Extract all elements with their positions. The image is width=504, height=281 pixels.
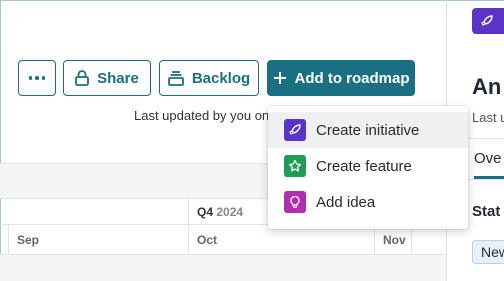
panel-type-badge [472,8,504,34]
quarter-label: Q4 2024 [197,205,243,219]
share-label: Share [97,69,139,87]
tab-overview[interactable]: Ove [474,150,502,167]
share-button[interactable]: Share [63,60,151,96]
menu-item-create-feature[interactable]: Create feature [268,148,468,184]
plus-icon [273,72,286,84]
month-label: Nov [383,233,406,247]
menu-item-label: Create feature [316,157,412,175]
status-heading: Stat [472,203,501,220]
menu-item-create-initiative[interactable]: Create initiative [268,112,468,148]
panel-subtitle: Last u [472,110,504,125]
month-divider [374,225,375,255]
month-label: Oct [197,233,218,247]
menu-item-add-idea[interactable]: Add idea [268,184,468,220]
month-row [0,225,446,255]
quarter-year: 2024 [216,205,244,219]
rocket-icon [284,119,306,141]
timeline-body [0,255,446,281]
panel-title: An [472,74,502,99]
lock-icon [75,70,90,86]
ellipsis-icon [28,76,46,80]
status-badge[interactable]: New [472,240,504,264]
add-to-roadmap-label: Add to roadmap [294,69,410,87]
menu-item-label: Add idea [316,193,376,211]
month-divider [411,225,412,255]
quarter-divider [188,199,189,255]
add-to-roadmap-button[interactable]: Add to roadmap [267,60,415,96]
rocket-icon [481,15,493,26]
backlog-label: Backlog [191,69,251,87]
backlog-icon [167,71,184,86]
more-options-button[interactable] [18,60,56,96]
month-label: Sep [17,233,40,247]
backlog-button[interactable]: Backlog [159,60,259,96]
star-icon [284,155,306,177]
last-updated-text: Last updated by you on [134,108,270,123]
add-to-roadmap-menu: Create initiative Create feature Add ide… [268,106,468,229]
month-divider [8,225,9,255]
menu-item-label: Create initiative [316,121,420,139]
lightbulb-icon [284,191,306,213]
quarter-name: Q4 [197,205,214,219]
